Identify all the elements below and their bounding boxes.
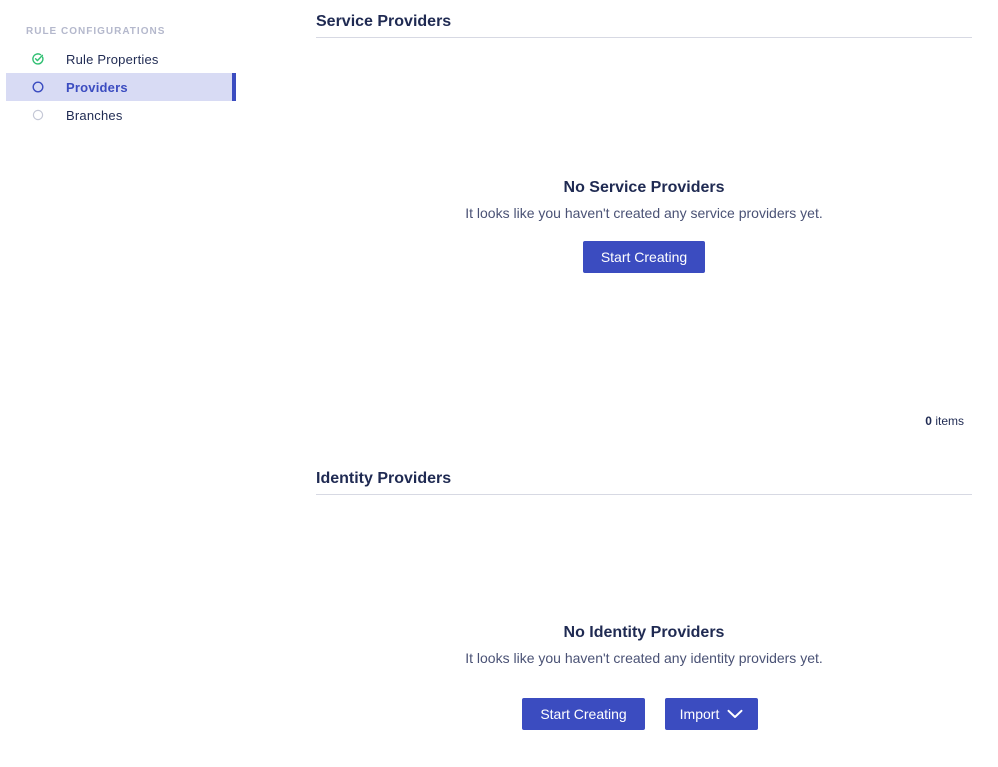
- circle-icon: [32, 109, 44, 121]
- sidebar-item-label: Branches: [66, 108, 123, 123]
- start-creating-service-provider-button[interactable]: Start Creating: [583, 241, 705, 273]
- service-providers-empty-desc: It looks like you haven't created any se…: [465, 205, 823, 221]
- sidebar-item-providers[interactable]: Providers: [6, 73, 236, 101]
- sidebar-item-label: Rule Properties: [66, 52, 159, 67]
- import-dropdown-button[interactable]: Import: [665, 698, 758, 730]
- import-label: Import: [679, 706, 720, 722]
- check-circle-icon: [32, 53, 44, 65]
- page: RULE CONFIGURATIONS Rule Properties Prov…: [0, 0, 998, 767]
- service-providers-empty-title: No Service Providers: [563, 179, 725, 196]
- item-count-suffix: items: [931, 414, 964, 428]
- start-creating-identity-provider-button[interactable]: Start Creating: [522, 698, 645, 730]
- service-providers-item-count: 0 items: [925, 414, 964, 428]
- sidebar: RULE CONFIGURATIONS Rule Properties Prov…: [0, 0, 240, 767]
- identity-providers-empty-title: No Identity Providers: [563, 624, 725, 641]
- identity-providers-empty-desc: It looks like you haven't created any id…: [465, 650, 823, 666]
- sidebar-item-rule-properties[interactable]: Rule Properties: [6, 45, 236, 73]
- service-providers-title: Service Providers: [316, 13, 972, 38]
- identity-providers-title: Identity Providers: [316, 470, 972, 495]
- sidebar-item-label: Providers: [66, 80, 128, 95]
- sidebar-item-branches[interactable]: Branches: [6, 101, 236, 129]
- circle-icon: [32, 81, 44, 93]
- chevron-down-icon: [727, 709, 743, 719]
- item-count-value: 0: [925, 414, 932, 428]
- sidebar-heading: RULE CONFIGURATIONS: [26, 26, 166, 37]
